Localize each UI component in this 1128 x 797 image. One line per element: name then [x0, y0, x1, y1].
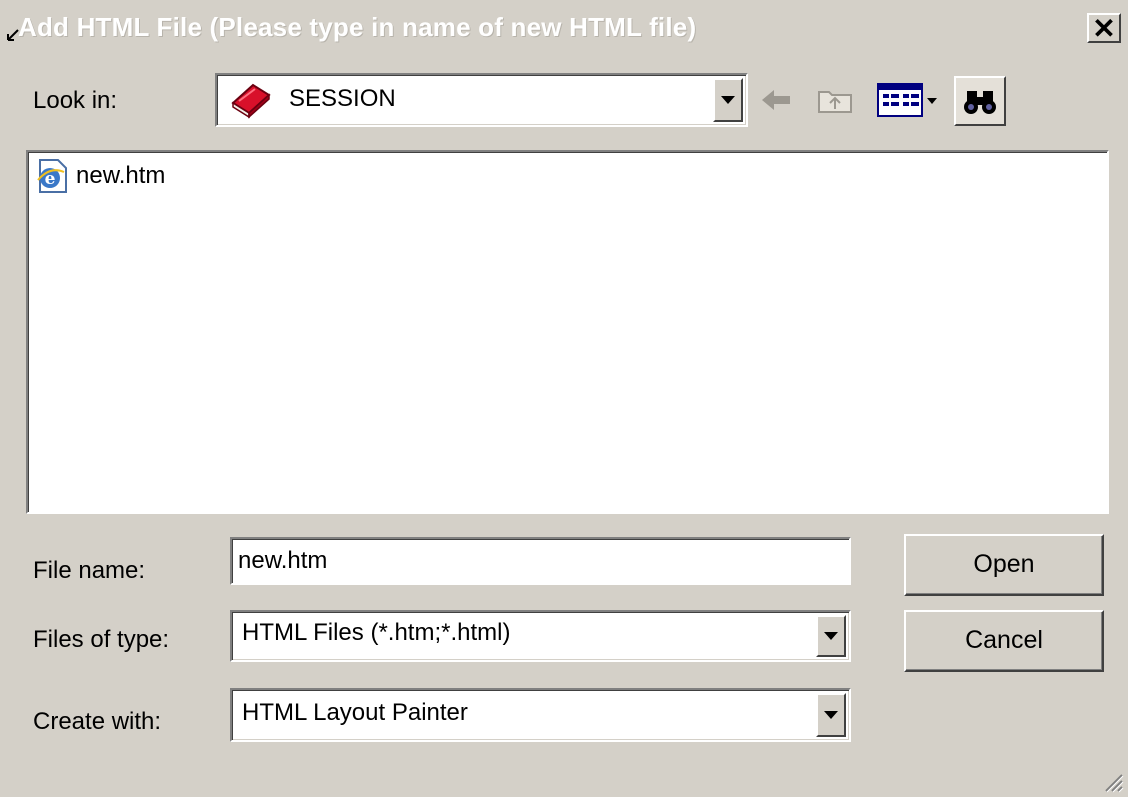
file-name-input[interactable] [230, 537, 851, 585]
list-item[interactable]: e new.htm [34, 158, 165, 194]
ie-document-icon: e [37, 159, 67, 193]
add-html-file-dialog: Add HTML File (Please type in name of ne… [0, 0, 1128, 797]
binoculars-icon [964, 91, 996, 114]
chevron-down-icon [721, 96, 735, 104]
files-of-type-select[interactable]: HTML Files (*.htm;*.html) [230, 610, 851, 662]
view-menu-icon [877, 83, 937, 117]
back-button[interactable] [756, 86, 796, 114]
look-in-label: Look in: [33, 87, 118, 114]
cancel-button[interactable]: Cancel [904, 610, 1104, 672]
files-of-type-dropdown-button[interactable] [816, 615, 846, 657]
look-in-select[interactable]: SESSION [215, 73, 748, 127]
create-with-select[interactable]: HTML Layout Painter [230, 688, 851, 742]
close-button[interactable]: ✕ [1087, 13, 1121, 44]
size-grip-icon[interactable] [1100, 769, 1124, 793]
files-of-type-label: Files of type: [33, 626, 170, 653]
up-folder-button[interactable] [815, 84, 857, 116]
view-menu-button[interactable] [875, 80, 941, 120]
create-with-value: HTML Layout Painter [242, 699, 468, 726]
file-name-label: File name: [33, 557, 146, 584]
close-icon: ✕ [1092, 13, 1116, 44]
file-name: new.htm [76, 162, 166, 189]
title-bar[interactable]: Add HTML File (Please type in name of ne… [0, 0, 1128, 62]
files-of-type-value: HTML Files (*.htm;*.html) [242, 619, 511, 646]
look-in-dropdown-button[interactable] [713, 78, 743, 122]
up-folder-icon [818, 91, 852, 113]
book-icon [231, 83, 271, 119]
chevron-down-icon [824, 711, 838, 719]
open-button[interactable]: Open [904, 534, 1104, 596]
create-with-dropdown-button[interactable] [816, 693, 846, 737]
window-title: Add HTML File (Please type in name of ne… [18, 12, 697, 42]
back-arrow-icon [762, 90, 790, 110]
find-button[interactable] [954, 76, 1006, 126]
create-with-label: Create with: [33, 708, 162, 735]
chevron-down-icon [824, 632, 838, 640]
look-in-value: SESSION [289, 85, 396, 112]
file-list[interactable]: e new.htm [26, 150, 1109, 514]
